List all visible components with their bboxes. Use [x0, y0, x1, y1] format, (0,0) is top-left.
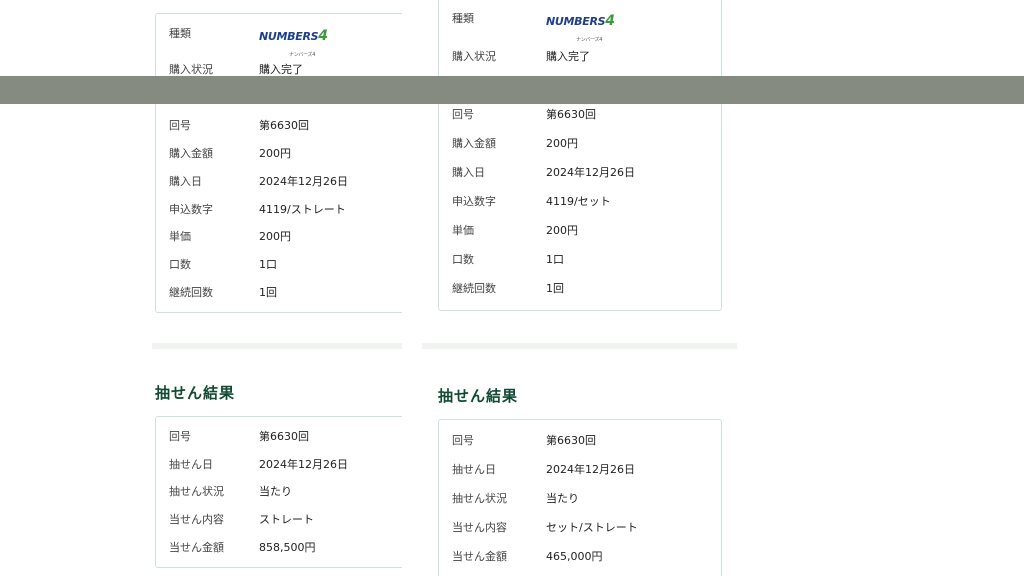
type-label: 種類 [452, 12, 474, 25]
row-value: 200円 [259, 147, 291, 160]
info-row: 単価 200円 [156, 227, 402, 247]
result-row: 当せん金額 858,500円 [156, 538, 402, 558]
result-row: 回号 第6630回 [156, 427, 402, 447]
section-divider [422, 343, 737, 349]
result-row: 当せん内容 セット/ストレート [439, 518, 721, 538]
info-row: 申込数字 4119/ストレート [156, 200, 402, 220]
result-card: 回号 第6630回 抽せん日 2024年12月26日 抽せん状況 当たり 当せん… [155, 416, 402, 568]
info-row: 継続回数 1回 [156, 283, 402, 303]
numbers4-logo: NUMBERS4 ナンバーズ4 [546, 11, 615, 50]
row-value: 1口 [546, 253, 564, 266]
section-divider [152, 343, 402, 349]
info-row: 購入金額 200円 [439, 134, 721, 154]
row-label: 購入金額 [169, 147, 213, 160]
info-row: 申込数字 4119/セット [439, 192, 721, 212]
row-label: 抽せん状況 [452, 492, 507, 505]
row-value: 4119/セット [546, 195, 611, 208]
row-label: 継続回数 [169, 286, 213, 299]
row-value: 465,000円 [546, 550, 603, 563]
info-row: 単価 200円 [439, 221, 721, 241]
info-row: 購入日 2024年12月26日 [439, 163, 721, 183]
row-label: 購入日 [169, 175, 202, 188]
info-row: 購入日 2024年12月26日 [156, 172, 402, 192]
row-label: 継続回数 [452, 282, 496, 295]
row-label: 回号 [452, 108, 474, 121]
row-value: 第6630回 [259, 119, 309, 132]
row-label: 購入金額 [452, 137, 496, 150]
result-row: 当せん金額 465,000円 [439, 547, 721, 567]
result-row: 抽せん状況 当たり [156, 482, 402, 502]
result-title: 抽せん結果 [155, 384, 236, 402]
row-value: セット/ストレート [546, 521, 638, 534]
info-row: 継続回数 1回 [439, 279, 721, 299]
row-label: 購入日 [452, 166, 485, 179]
info-row: 口数 1口 [156, 255, 402, 275]
row-value: 200円 [546, 224, 578, 237]
row-value: 当たり [259, 485, 292, 498]
row-value: 4119/ストレート [259, 203, 346, 216]
result-row: 当せん内容 ストレート [156, 510, 402, 530]
purchase-card: 種類 NUMBERS4 ナンバーズ4 購入状況 購入完了 回号 第6630回 購… [155, 13, 402, 313]
row-value: 858,500円 [259, 541, 316, 554]
result-row: 抽せん日 2024年12月26日 [439, 460, 721, 480]
type-label: 種類 [169, 27, 191, 40]
row-label: 当せん内容 [169, 513, 224, 526]
row-value: 1回 [546, 282, 564, 295]
info-row: 購入状況 購入完了 [439, 47, 721, 67]
info-row: 口数 1口 [439, 250, 721, 270]
row-label: 回号 [169, 430, 191, 443]
info-row: 回号 第6630回 [439, 105, 721, 125]
row-label: 当せん金額 [452, 550, 507, 563]
overlay-band [0, 76, 1024, 104]
row-label: 抽せん日 [169, 458, 213, 471]
logo-number: 4 [318, 28, 328, 44]
row-label: 単価 [452, 224, 474, 237]
result-card: 回号 第6630回 抽せん日 2024年12月26日 抽せん状況 当たり 当せん… [438, 419, 722, 576]
row-value: 購入完了 [546, 50, 590, 63]
row-label: 当せん内容 [452, 521, 507, 534]
row-value: 2024年12月26日 [259, 175, 348, 188]
row-label: 申込数字 [169, 203, 213, 216]
row-label: 購入状況 [452, 50, 496, 63]
row-label: 口数 [452, 253, 474, 266]
row-label: 抽せん状況 [169, 485, 224, 498]
row-value: 200円 [546, 137, 578, 150]
row-value: 2024年12月26日 [546, 463, 635, 476]
info-row: 回号 第6630回 [156, 116, 402, 136]
row-label: 回号 [169, 119, 191, 132]
row-label: 抽せん日 [452, 463, 496, 476]
row-value: 第6630回 [546, 434, 596, 447]
row-label: 回号 [452, 434, 474, 447]
row-value: ストレート [259, 513, 314, 526]
type-row: 種類 NUMBERS4 ナンバーズ4 [439, 9, 721, 43]
result-row: 抽せん状況 当たり [439, 489, 721, 509]
result-row: 回号 第6630回 [439, 431, 721, 451]
type-row: 種類 NUMBERS4 ナンバーズ4 [156, 24, 402, 58]
result-title: 抽せん結果 [438, 387, 519, 405]
row-value: 当たり [546, 492, 579, 505]
row-value: 1回 [259, 286, 277, 299]
row-value: 第6630回 [546, 108, 596, 121]
logo-number: 4 [605, 13, 615, 29]
row-value: 2024年12月26日 [259, 458, 348, 471]
row-value: 2024年12月26日 [546, 166, 635, 179]
row-label: 口数 [169, 258, 191, 271]
info-row: 購入金額 200円 [156, 144, 402, 164]
row-value: 第6630回 [259, 430, 309, 443]
row-value: 1口 [259, 258, 277, 271]
purchase-card: 種類 NUMBERS4 ナンバーズ4 購入状況 購入完了 回号 第6630回 購… [438, 0, 722, 311]
row-label: 当せん金額 [169, 541, 224, 554]
logo-text: NUMBERS [546, 15, 606, 28]
logo-text: NUMBERS [259, 30, 319, 43]
row-value: 200円 [259, 230, 291, 243]
result-row: 抽せん日 2024年12月26日 [156, 455, 402, 475]
row-label: 単価 [169, 230, 191, 243]
row-label: 申込数字 [452, 195, 496, 208]
